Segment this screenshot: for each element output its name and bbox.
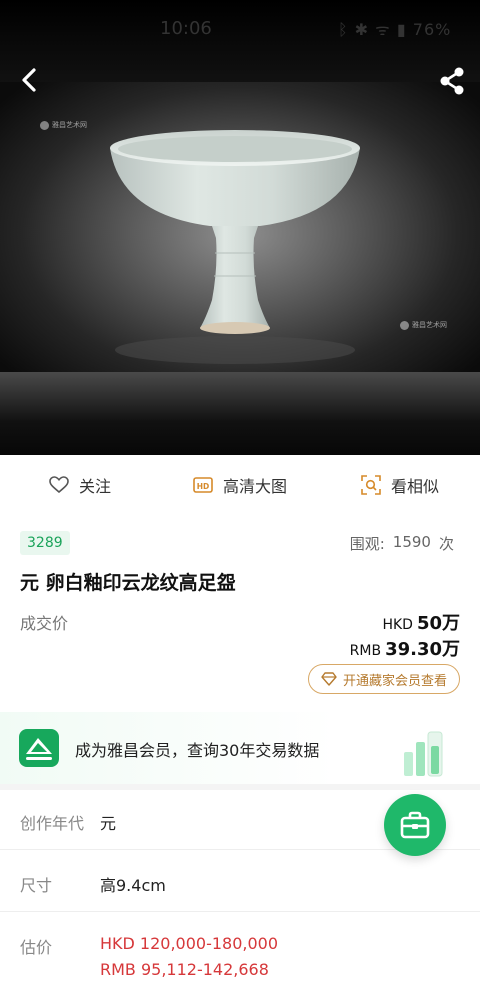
stem-cup-illustration: [110, 130, 360, 364]
status-time: 10:06: [160, 18, 212, 39]
price-hkd-value: 50万: [416, 613, 460, 634]
size-value: 高9.4cm: [100, 876, 166, 895]
era-label: 创作年代: [20, 814, 85, 833]
member-banner-text: 成为雅昌会员，查询30年交易数据: [75, 741, 320, 760]
lot-info-card: 3289 围观: 1590 次 元 卵白釉印云龙纹高足盌 成交价 HKD 50万 …: [0, 515, 480, 712]
bar-chart-icon: [404, 731, 443, 777]
status-indicators: ᛒ ✱ ᯤ ▮ 76%: [338, 20, 452, 39]
floating-briefcase-button[interactable]: [384, 794, 446, 856]
price-hkd: HKD 50万: [382, 609, 460, 635]
watermark-logo: 雅昌艺术网: [400, 320, 447, 330]
share-icon: [440, 67, 464, 95]
image-top-shade: [0, 0, 480, 82]
find-similar-button[interactable]: 看相似: [320, 455, 480, 515]
image-bottom-reflection: [0, 372, 480, 455]
price-rmb-value: 39.30万: [385, 639, 460, 660]
view-count: 围观: 1590 次: [350, 533, 454, 554]
views-unit: 次: [438, 535, 454, 553]
heart-icon: [49, 476, 69, 494]
diamond-icon: [321, 672, 337, 686]
views-label: 围观:: [349, 535, 385, 553]
briefcase-icon: [400, 811, 430, 839]
back-button[interactable]: [14, 62, 46, 98]
chevron-left-icon: [22, 68, 36, 92]
artron-logo: [19, 729, 59, 767]
price-rmb-currency: RMB: [349, 643, 382, 659]
era-value: 元: [100, 814, 117, 833]
find-similar-label: 看相似: [390, 477, 439, 496]
member-banner[interactable]: 成为雅昌会员，查询30年交易数据: [0, 712, 480, 784]
views-count: 1590: [392, 533, 431, 551]
price-hkd-currency: HKD: [382, 617, 413, 633]
watermark-logo: 雅昌艺术网: [40, 120, 87, 130]
detail-row-estimate: 估价 HKD 120,000-180,000 RMB 95,112-142,66…: [0, 912, 480, 990]
action-bar: 关注 HD 高清大图 看相似: [0, 455, 480, 515]
watermark-icon: [40, 120, 49, 130]
follow-label: 关注: [78, 477, 111, 496]
size-label: 尺寸: [20, 876, 53, 895]
open-vip-label: 开通藏家会员查看: [342, 673, 447, 689]
share-button[interactable]: [436, 64, 468, 98]
watermark-icon: [400, 320, 409, 330]
detail-row-size: 尺寸 高9.4cm: [0, 850, 480, 912]
open-vip-button[interactable]: 开通藏家会员查看: [307, 664, 460, 694]
watermark-text: 雅昌艺术网: [412, 321, 447, 329]
estimate-rmb: RMB 95,112-142,668: [100, 960, 269, 979]
hd-icon: HD: [193, 477, 213, 493]
deal-price-label: 成交价: [20, 614, 69, 633]
estimate-hkd: HKD 120,000-180,000: [100, 934, 279, 953]
hd-image-button[interactable]: HD 高清大图: [160, 455, 320, 515]
artwork-image[interactable]: 10:06 ᛒ ✱ ᯤ ▮ 76% 雅昌艺术网 雅昌艺术网: [0, 0, 480, 455]
price-rmb: RMB 39.30万: [350, 635, 460, 661]
svg-text:HD: HD: [197, 482, 210, 491]
lot-title: 元 卵白釉印云龙纹高足盌: [20, 572, 236, 594]
lot-number-badge: 3289: [20, 531, 70, 555]
image-search-icon: [361, 475, 381, 495]
estimate-label: 估价: [20, 938, 53, 957]
watermark-text: 雅昌艺术网: [52, 121, 87, 129]
follow-button[interactable]: 关注: [0, 455, 160, 515]
hd-image-label: 高清大图: [222, 477, 287, 496]
